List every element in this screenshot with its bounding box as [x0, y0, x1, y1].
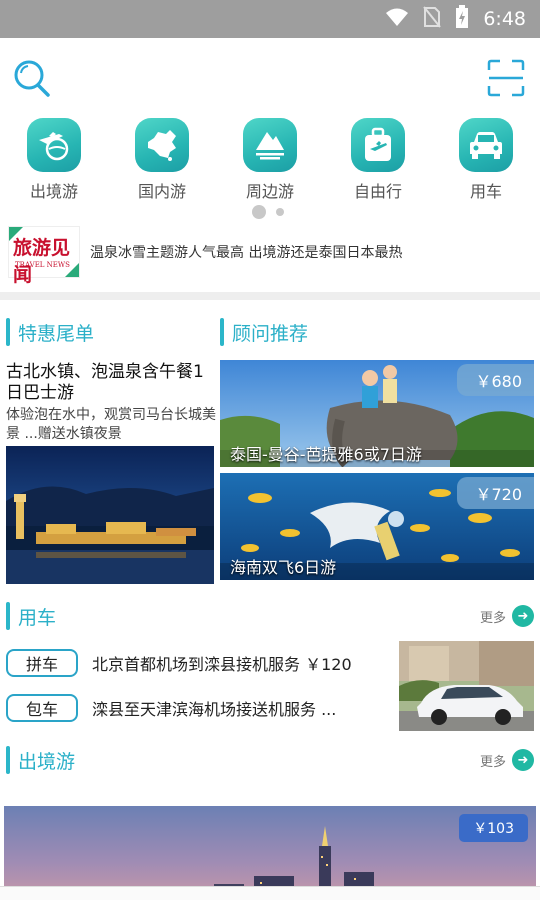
top-bar [0, 38, 540, 118]
category-nearby[interactable]: 周边游 [225, 118, 315, 202]
charter-tag: 包车 [6, 694, 78, 722]
carpool-tag: 拼车 [6, 649, 78, 677]
car-list-item[interactable]: 包车 滦县至天津滨海机场接送机服务 ... [6, 694, 336, 722]
china-map-icon [135, 118, 189, 172]
plane-globe-icon [27, 118, 81, 172]
news-headline[interactable]: 温泉冰雪主题游人气最高 出境游还是泰国日本最热 [90, 242, 402, 262]
battery-charging-icon [455, 4, 469, 34]
recommend-item[interactable]: ￥720 海南双飞6日游 [220, 473, 534, 580]
bottom-tab-bar[interactable] [0, 886, 540, 900]
category-free-travel[interactable]: 自由行 [333, 118, 423, 202]
category-nav: 出境游 国内游 周边游 自由行 用车 [0, 118, 540, 202]
scan-icon[interactable] [486, 58, 526, 98]
abroad-section-title: 出境游 [6, 746, 75, 774]
category-domestic[interactable]: 国内游 [117, 118, 207, 202]
price-badge: ￥720 [457, 477, 534, 509]
travel-news-logo: 旅游见闻 TRAVEL NEWS [8, 226, 80, 286]
section-divider [0, 292, 540, 300]
recommend-item[interactable]: ￥680 泰国-曼谷-芭提雅6或7日游 [220, 360, 534, 467]
carousel-dot[interactable] [276, 208, 284, 216]
search-icon[interactable] [12, 58, 52, 98]
abroad-more-link[interactable]: 更多 ➜ [480, 749, 534, 771]
clock: 6:48 [483, 8, 526, 30]
logo-sub: TRAVEL NEWS [15, 261, 70, 269]
car-service-text: 北京首都机场到滦县接机服务 ￥120 [92, 655, 352, 674]
mountain-icon [243, 118, 297, 172]
status-bar: 6:48 [0, 0, 540, 38]
car-more-link[interactable]: 更多 ➜ [480, 605, 534, 627]
special-deal-title[interactable]: 古北水镇、泡温泉含午餐1日巴士游 [6, 362, 216, 404]
logo-text: 旅游见闻 [13, 237, 71, 286]
arrow-right-icon: ➜ [512, 605, 534, 627]
carousel-indicator [250, 205, 300, 219]
arrow-right-icon: ➜ [512, 749, 534, 771]
price-badge: ￥680 [457, 364, 534, 396]
no-sim-icon [423, 5, 442, 33]
car-section-title: 用车 [6, 602, 56, 630]
news-ticker[interactable]: 旅游见闻 TRAVEL NEWS 温泉冰雪主题游人气最高 出境游还是泰国日本最热 [0, 224, 540, 286]
category-outbound[interactable]: 出境游 [9, 118, 99, 202]
carousel-dot-active[interactable] [252, 205, 266, 219]
category-label: 国内游 [137, 182, 186, 201]
recommend-title: 顾问推荐 [220, 318, 308, 346]
category-label: 用车 [469, 182, 502, 201]
wifi-icon [385, 7, 409, 32]
luggage-icon [351, 118, 405, 172]
category-label: 出境游 [29, 182, 78, 201]
car-list-item[interactable]: 拼车 北京首都机场到滦县接机服务 ￥120 [6, 649, 352, 677]
car-service-text: 滦县至天津滨海机场接送机服务 ... [92, 700, 337, 719]
recommend-caption: 海南双飞6日游 [230, 558, 337, 577]
category-car[interactable]: 用车 [441, 118, 531, 202]
category-label: 自由行 [353, 182, 402, 201]
car-icon [459, 118, 513, 172]
recommend-caption: 泰国-曼谷-芭提雅6或7日游 [230, 445, 422, 464]
specials-title: 特惠尾单 [6, 318, 94, 346]
price-badge: ￥103 [459, 814, 528, 842]
car-image[interactable] [399, 641, 534, 731]
category-label: 周边游 [245, 182, 294, 201]
special-deal-image[interactable] [6, 446, 214, 584]
special-deal-desc: 体验泡在水中，观赏司马台长城美景 ...赠送水镇夜景 [6, 407, 216, 442]
